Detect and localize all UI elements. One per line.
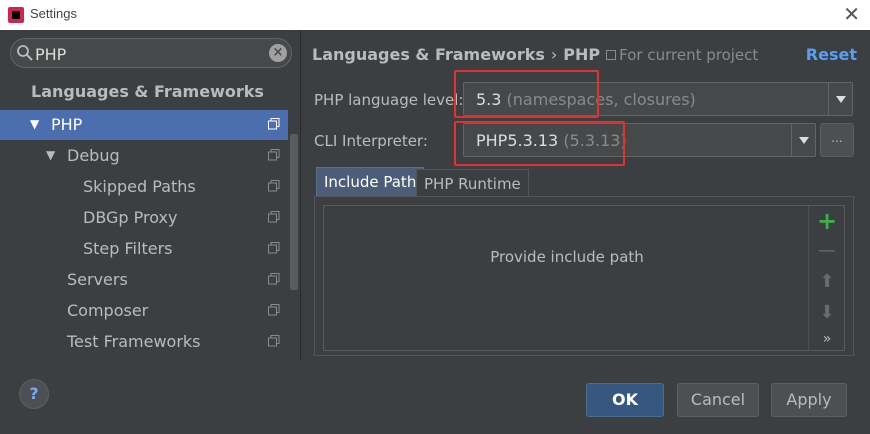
project-scope-icon (606, 50, 617, 60)
breadcrumb-parent[interactable]: Languages & Frameworks (312, 45, 545, 64)
include-path-panel: Provide include path + — ⬆ ⬇ » (314, 196, 854, 356)
project-scope-icon (268, 335, 280, 347)
include-path-list[interactable]: Provide include path + — ⬆ ⬇ » (323, 205, 845, 351)
tab-php-runtime[interactable]: PHP Runtime (416, 169, 529, 197)
selected-level: 5.3 (476, 90, 502, 109)
sidebar-item-composer[interactable]: Composer (0, 296, 288, 326)
php-settings-panel: Languages & Frameworks › PHP For current pr… (301, 30, 870, 360)
project-scope-icon (268, 180, 280, 192)
sidebar-item-debug[interactable]: ▼ Debug (0, 141, 288, 171)
sidebar-item-php[interactable]: ▼ PHP (0, 110, 288, 140)
selected-interpreter: PHP5.3.13 (476, 131, 559, 150)
project-scope-icon (268, 304, 280, 316)
expand-arrow-icon[interactable]: ▼ (30, 117, 39, 131)
sidebar-item-label: Debug (67, 146, 120, 165)
search-icon (17, 45, 33, 61)
sidebar-item-label: PHP (51, 115, 83, 134)
sidebar-section-languages-frameworks[interactable]: Languages & Frameworks (31, 82, 264, 101)
apply-button[interactable]: Apply (771, 383, 847, 417)
scrollbar-thumb[interactable] (290, 134, 298, 290)
move-up-icon[interactable]: ⬆ (809, 269, 845, 295)
window-title: Settings (30, 6, 77, 21)
more-actions-icon[interactable]: » (809, 326, 845, 352)
sidebar-item-label: Test Frameworks (67, 332, 201, 351)
breadcrumb: Languages & Frameworks › PHP For current pr… (312, 45, 758, 64)
sidebar-item-servers[interactable]: Servers (0, 265, 288, 295)
move-down-icon[interactable]: ⬇ (809, 300, 845, 326)
cancel-button[interactable]: Cancel (677, 383, 759, 417)
configure-interpreters-button[interactable]: ... (820, 123, 854, 157)
sidebar-item-skipped-paths[interactable]: Skipped Paths (0, 172, 288, 202)
sidebar-item-dbgp-proxy[interactable]: DBGp Proxy (0, 203, 288, 233)
tab-include-path[interactable]: Include Path (316, 167, 425, 197)
php-language-level-value: 5.3 (namespaces, closures) (476, 90, 696, 109)
scope-note: For current project (606, 46, 758, 64)
close-icon[interactable]: ✕ (843, 2, 860, 26)
chevron-down-icon[interactable] (828, 83, 852, 115)
project-scope-icon (268, 149, 280, 161)
project-scope-icon (268, 211, 280, 223)
php-language-level-select[interactable]: 5.3 (namespaces, closures) (463, 82, 853, 116)
settings-search-box[interactable]: × (10, 38, 292, 68)
selected-interpreter-version: (5.3.13) (563, 131, 627, 150)
sidebar-item-label: DBGp Proxy (83, 208, 178, 227)
include-path-empty-text: Provide include path (490, 248, 644, 266)
php-language-level-label: PHP language level: (314, 91, 464, 109)
intellij-app-icon (8, 7, 24, 23)
title-bar: Settings ✕ (0, 0, 870, 30)
clear-search-icon[interactable]: × (269, 44, 287, 62)
selected-level-detail: (namespaces, closures) (506, 90, 696, 109)
sidebar-scrollbar[interactable] (288, 134, 300, 360)
ok-button[interactable]: OK (586, 383, 664, 417)
sidebar-item-step-filters[interactable]: Step Filters (0, 234, 288, 264)
project-scope-icon (268, 242, 280, 254)
sidebar-item-test-frameworks[interactable]: Test Frameworks (0, 327, 288, 357)
settings-sidebar: × Languages & Frameworks ▼ PHP ▼ Debug S… (0, 30, 300, 360)
breadcrumb-separator: › (550, 45, 558, 64)
add-path-icon[interactable]: + (809, 208, 845, 234)
project-scope-icon (268, 118, 280, 130)
cli-interpreter-select[interactable]: PHP5.3.13 (5.3.13) (463, 123, 816, 157)
include-path-toolbar: + — ⬆ ⬇ » (808, 206, 844, 350)
sidebar-item-label: Skipped Paths (83, 177, 196, 196)
project-scope-icon (268, 273, 280, 285)
sidebar-item-label: Step Filters (83, 239, 173, 258)
reset-link[interactable]: Reset (806, 45, 857, 64)
cli-interpreter-value: PHP5.3.13 (5.3.13) (476, 131, 627, 150)
help-button[interactable]: ? (19, 379, 49, 409)
search-input[interactable] (35, 43, 255, 65)
breadcrumb-current: PHP (563, 45, 601, 64)
cli-interpreter-label: CLI Interpreter: (314, 132, 428, 150)
remove-path-icon[interactable]: — (809, 238, 845, 264)
sidebar-item-label: Composer (67, 301, 149, 320)
scope-label: For current project (619, 46, 759, 64)
chevron-down-icon[interactable] (791, 124, 815, 156)
sidebar-item-label: Servers (67, 270, 128, 289)
expand-arrow-icon[interactable]: ▼ (46, 148, 55, 162)
